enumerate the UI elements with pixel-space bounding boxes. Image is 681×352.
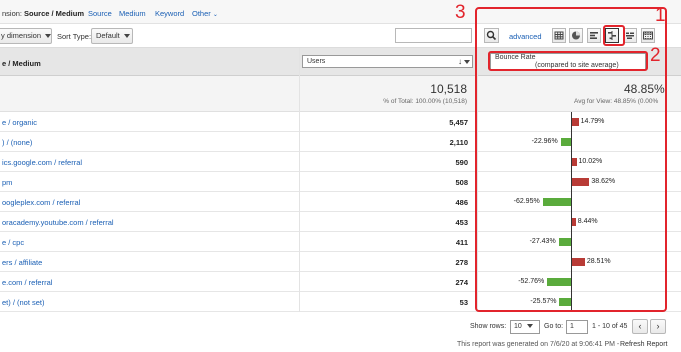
caret-down-icon (123, 34, 130, 39)
source-medium-link[interactable]: et) / (not set) (2, 298, 45, 307)
caret-down-icon (45, 34, 52, 39)
users-value: 411 (455, 238, 468, 247)
goto-page-input[interactable]: 1 (566, 320, 588, 334)
users-total: 10,518 (430, 82, 467, 96)
previous-page-button[interactable]: ‹ (632, 319, 648, 334)
source-medium-link[interactable]: e.com / referral (2, 278, 52, 287)
users-value: 278 (455, 258, 468, 267)
chevron-right-icon: › (656, 321, 660, 331)
users-value: 486 (455, 198, 468, 207)
source-medium-link[interactable]: ) / (none) (2, 138, 32, 147)
dimension-option-other[interactable]: Other ⌄ (192, 9, 218, 18)
next-page-button[interactable]: › (650, 319, 666, 334)
source-medium-link[interactable]: ics.google.com / referral (2, 158, 82, 167)
refresh-report-link[interactable]: Refresh Report (620, 341, 667, 348)
caret-down-icon (526, 324, 533, 329)
show-rows-label: Show rows: (470, 323, 507, 330)
users-value: 274 (455, 278, 468, 287)
users-value: 508 (455, 178, 468, 187)
source-medium-link[interactable]: oracademy.youtube.com / referral (2, 218, 114, 227)
users-total-percent: % of Total: 100.00% (10,518) (383, 98, 467, 105)
annotation-box-metric-selector (488, 51, 648, 71)
source-medium-link[interactable]: ers / affiliate (2, 258, 42, 267)
annotation-box-comparison-button (603, 25, 625, 46)
chevron-left-icon: ‹ (638, 321, 642, 331)
secondary-dimension-dropdown[interactable]: y dimension (0, 28, 52, 44)
dimension-option-keyword[interactable]: Keyword (155, 9, 184, 18)
annotation-number-2: 2 (650, 45, 661, 66)
pagination-range: 1 - 10 of 45 (592, 323, 628, 330)
users-value: 53 (459, 298, 468, 307)
users-value: 590 (455, 158, 468, 167)
sort-type-dropdown[interactable]: Default (91, 28, 133, 44)
goto-label: Go to: (544, 323, 564, 330)
dimension-option-source[interactable]: Source (88, 9, 112, 18)
chevron-down-icon: ⌄ (212, 12, 218, 18)
source-medium-link[interactable]: e / organic (2, 118, 37, 127)
users-value: 453 (455, 218, 468, 227)
caret-down-icon (464, 60, 470, 64)
annotation-number-1: 1 (655, 5, 666, 26)
show-rows-select[interactable]: 10 (510, 320, 540, 334)
users-value: 5,457 (449, 118, 468, 127)
primary-dimension-label: nsion: (2, 9, 23, 18)
column-divider (299, 48, 300, 312)
sort-type-label: Sort Type: (57, 32, 92, 41)
users-metric-selector[interactable]: Users ↓ (302, 55, 473, 68)
annotation-number-3: 3 (455, 2, 466, 23)
sort-down-arrow-icon: ↓ (458, 57, 462, 66)
table-search-input[interactable] (395, 28, 472, 43)
users-value: 2,110 (449, 138, 468, 147)
source-medium-link[interactable]: oogleplеx.com / referral (2, 198, 80, 207)
dimension-option-medium[interactable]: Medium (119, 9, 146, 18)
source-medium-link[interactable]: e / cpc (2, 238, 24, 247)
source-medium-column-header[interactable]: e / Medium (2, 59, 41, 68)
source-medium-link[interactable]: pm (2, 178, 12, 187)
dimension-active-source-medium[interactable]: Source / Medium (24, 9, 84, 18)
report-generated-text: This report was generated on 7/6/20 at 9… (457, 341, 620, 348)
